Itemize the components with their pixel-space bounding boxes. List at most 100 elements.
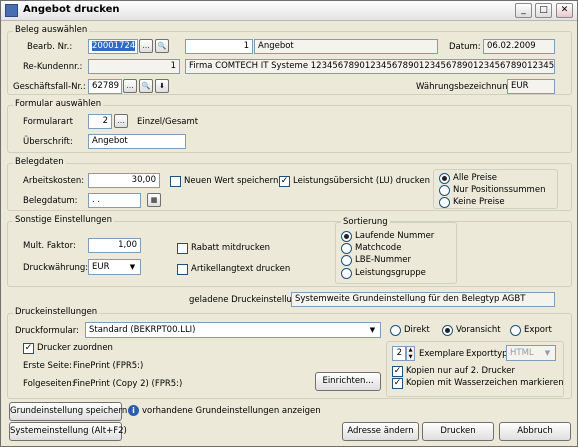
bearb-input[interactable]: 20001724: [88, 39, 138, 54]
neuer-wert-checkbox[interactable]: [170, 176, 181, 187]
einrichten-button[interactable]: Einrichten...: [315, 372, 381, 391]
geschaeft-search-icon[interactable]: 🔍: [139, 79, 153, 93]
print-dialog: Angebot drucken _ □ ✕ Beleg auswählen Be…: [0, 0, 578, 447]
exporttyp-select[interactable]: HTML ▼: [506, 345, 556, 361]
vorhandene-link[interactable]: vorhandene Grundeinstellungen anzeigen: [142, 406, 321, 416]
formularart-browse-button[interactable]: …: [114, 114, 128, 128]
rabatt-checkbox[interactable]: [177, 243, 188, 254]
formular-group-title: Formular auswählen: [13, 99, 104, 109]
bearb-label: Bearb. Nr.:: [27, 42, 73, 52]
druck-group-title: Druckeinstellungen: [13, 307, 100, 317]
exporttyp-label: Exporttyp:: [466, 349, 511, 359]
preise-radio-positionssummen[interactable]: [439, 185, 450, 196]
leistungs-label: Leistungsübersicht (LU) drucken: [293, 176, 430, 186]
app-icon: [5, 4, 18, 17]
geschaeft-down-icon[interactable]: ⬇: [155, 79, 169, 93]
ueberschrift-input[interactable]: Angebot: [88, 134, 186, 149]
bearb-search-icon[interactable]: 🔍: [155, 39, 169, 53]
datum-label: Datum:: [449, 42, 481, 52]
neuer-wert-label: Neuen Wert speichern: [184, 176, 279, 186]
grundeinstellung-speichern-button[interactable]: Grundeinstellung speichern: [9, 402, 127, 421]
druckwaehrung-select[interactable]: EUR ▼: [88, 259, 141, 275]
direkt-label: Direkt: [404, 325, 430, 335]
rabatt-label: Rabatt mitdrucken: [191, 243, 271, 253]
chevron-down-icon: ▼: [544, 349, 551, 357]
folgeseiten-label: Folgeseiten:: [23, 379, 75, 389]
preise-radio-keine[interactable]: [439, 197, 450, 208]
belegdatum-label: Belegdatum:: [23, 196, 78, 206]
sort-radio-lbe[interactable]: [341, 255, 352, 266]
waehrung-label: Währungsbezeichnung:: [416, 82, 516, 92]
sort-radio-matchcode[interactable]: [341, 243, 352, 254]
direkt-radio[interactable]: [390, 325, 401, 336]
preise-radio-alle[interactable]: [439, 173, 450, 184]
geladene-field: Systemweite Grundeinstellung für den Bel…: [291, 292, 555, 307]
calendar-icon[interactable]: ▦: [147, 193, 161, 207]
belegdaten-group-title: Belegdaten: [13, 157, 66, 167]
datum-field: 06.02.2009: [483, 39, 555, 54]
adresse-aendern-button[interactable]: Adresse ändern: [342, 422, 419, 441]
preise-label-keine: Keine Preise: [453, 197, 505, 207]
export-label: Export: [524, 325, 552, 335]
erste-seite-label: Erste Seite:: [23, 361, 72, 371]
sonstige-group: [7, 221, 572, 287]
sort-radio-laufende[interactable]: [341, 231, 352, 242]
drucken-button[interactable]: Drucken: [422, 422, 494, 441]
preise-label-alle: Alle Preise: [453, 173, 498, 183]
title-bar: Angebot drucken _ □ ✕: [1, 1, 577, 21]
formularart-text: Einzel/Gesamt: [137, 117, 199, 127]
formularart-input[interactable]: 2: [88, 114, 112, 129]
preise-label-positionssummen: Nur Positionssummen: [453, 185, 546, 195]
exemplare-input[interactable]: 2: [392, 346, 406, 361]
minimize-button[interactable]: _: [515, 3, 532, 18]
geladene-label: geladene Druckeinstellung:: [189, 295, 306, 305]
wasserzeichen-checkbox[interactable]: ✓: [392, 378, 403, 389]
sort-label-matchcode: Matchcode: [355, 243, 402, 253]
doc-number-field[interactable]: 1: [185, 39, 253, 54]
ueberschrift-label: Überschrift:: [23, 137, 73, 147]
bearb-browse-button[interactable]: …: [139, 39, 153, 53]
leistungs-checkbox[interactable]: ✓: [279, 176, 290, 187]
erste-seite-value: FinePrint (FPR5:): [73, 361, 144, 371]
maximize-button[interactable]: □: [535, 3, 552, 18]
abbruch-button[interactable]: Abbruch: [499, 422, 571, 441]
kopien-checkbox[interactable]: ✓: [392, 366, 403, 377]
info-icon: i: [128, 405, 139, 416]
sort-radio-leistungsgruppe[interactable]: [341, 268, 352, 279]
belegdatum-input[interactable]: . .: [88, 193, 141, 208]
sonstige-group-title: Sonstige Einstellungen: [13, 215, 115, 225]
mult-label: Mult. Faktor:: [23, 241, 76, 251]
chevron-down-icon: ▼: [129, 263, 136, 271]
druckwaehrung-label: Druckwährung:: [23, 263, 89, 273]
artikel-label: Artikellangtext drucken: [191, 264, 291, 274]
druckformular-select[interactable]: Standard (BEKRPT00.LLI) ▼: [85, 322, 381, 338]
mult-input[interactable]: 1,00: [88, 238, 141, 253]
drucker-zuordnen-checkbox[interactable]: ✓: [23, 343, 34, 354]
artikel-checkbox[interactable]: [177, 264, 188, 275]
sortierung-group-title: Sortierung: [341, 217, 390, 227]
sort-label-laufende: Laufende Nummer: [355, 231, 435, 241]
firma-field: Firma COMTECH IT Systeme 123456789012345…: [185, 59, 555, 74]
arbeitskosten-input[interactable]: 30,00: [88, 173, 160, 188]
kopien-label: Kopien nur auf 2. Drucker: [406, 366, 515, 376]
drucker-zuordnen-label: Drucker zuordnen: [37, 343, 113, 353]
exemplare-spinner[interactable]: ▲ ▼: [406, 346, 415, 361]
kunden-field: 1: [88, 59, 180, 74]
geschaeft-label: Geschäftsfall-Nr.:: [13, 82, 86, 92]
voransicht-label: Voransicht: [456, 325, 501, 335]
geschaeft-input[interactable]: 62789: [88, 79, 122, 94]
window-title: Angebot drucken: [23, 4, 120, 15]
close-button[interactable]: ✕: [556, 3, 573, 18]
folgeseiten-value: FinePrint (Copy 2) (FPR5:): [73, 379, 183, 389]
doc-type-field: Angebot: [254, 39, 438, 54]
beleg-group-title: Beleg auswählen: [13, 25, 90, 35]
export-radio[interactable]: [510, 325, 521, 336]
sort-label-leistungsgruppe: Leistungsgruppe: [355, 268, 426, 278]
systemeinstellung-button[interactable]: Systemeinstellung (Alt+F2): [9, 422, 127, 441]
sort-label-lbe: LBE-Nummer: [355, 255, 412, 265]
exemplare-label: Exemplare: [419, 349, 465, 359]
geschaeft-browse-button[interactable]: …: [123, 79, 137, 93]
kunden-label: Re-Kundennr.:: [23, 62, 83, 72]
waehrung-field: EUR: [507, 79, 555, 94]
voransicht-radio[interactable]: [442, 325, 453, 336]
